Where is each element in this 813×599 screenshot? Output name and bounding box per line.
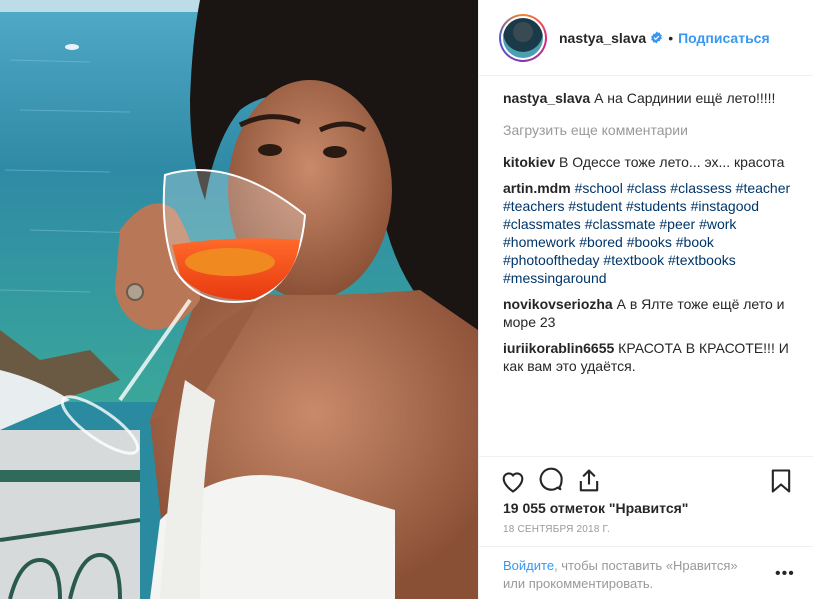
comment-username[interactable]: artin.mdm xyxy=(503,180,571,196)
share-icon[interactable] xyxy=(575,467,603,495)
caption-username[interactable]: nastya_slava xyxy=(503,90,590,106)
heart-icon[interactable] xyxy=(499,467,527,495)
caption: nastya_slava А на Сардинии ещё лето!!!!! xyxy=(503,89,793,107)
comment-text: В Одессе тоже лето... эх... красота xyxy=(559,154,785,170)
separator-dot: • xyxy=(668,29,674,46)
load-more-comments-button[interactable]: Загрузить еще комментарии xyxy=(503,121,793,139)
bookmark-icon[interactable] xyxy=(767,467,795,495)
verified-badge-icon xyxy=(651,31,663,44)
post-date[interactable]: 18 СЕНТЯБРЯ 2018 Г. xyxy=(503,524,610,535)
post-side-panel: nastya_slava • Подписаться nastya_slava … xyxy=(478,0,813,599)
comment-username[interactable]: kitokiev xyxy=(503,154,555,170)
list-item: novikovseriozha А в Ялте тоже ещё лето и… xyxy=(503,295,793,331)
caption-text: А на Сардинии ещё лето!!!!! xyxy=(594,90,776,106)
post-photo[interactable] xyxy=(0,0,478,599)
more-options-icon[interactable]: ••• xyxy=(775,565,795,583)
action-bar xyxy=(479,456,813,506)
follow-button[interactable]: Подписаться xyxy=(678,30,770,46)
list-item: iuriikorablin6655 КРАСОТА В КРАСОТЕ!!! И… xyxy=(503,339,793,375)
comments-list: nastya_slava А на Сардинии ещё лето!!!!!… xyxy=(503,89,793,383)
list-item: artin.mdm #school #class #classess #teac… xyxy=(503,179,793,287)
comment-username[interactable]: iuriikorablin6655 xyxy=(503,340,614,356)
login-prompt-text: Войдите, чтобы поставить «Нравится» или … xyxy=(503,557,763,593)
comment-username[interactable]: novikovseriozha xyxy=(503,296,613,312)
photo-illustration xyxy=(0,0,478,599)
instagram-post: nastya_slava • Подписаться nastya_slava … xyxy=(0,0,813,599)
login-prompt: Войдите, чтобы поставить «Нравится» или … xyxy=(479,546,813,599)
avatar[interactable] xyxy=(499,13,547,62)
header-username[interactable]: nastya_slava xyxy=(559,30,646,46)
post-header: nastya_slava • Подписаться xyxy=(479,0,813,76)
comment-icon[interactable] xyxy=(537,467,565,495)
likes-count[interactable]: 19 055 отметок "Нравится" xyxy=(503,500,688,516)
login-link[interactable]: Войдите xyxy=(503,558,554,573)
avatar-image xyxy=(503,17,543,58)
list-item: kitokiev В Одессе тоже лето... эх... кра… xyxy=(503,153,793,171)
